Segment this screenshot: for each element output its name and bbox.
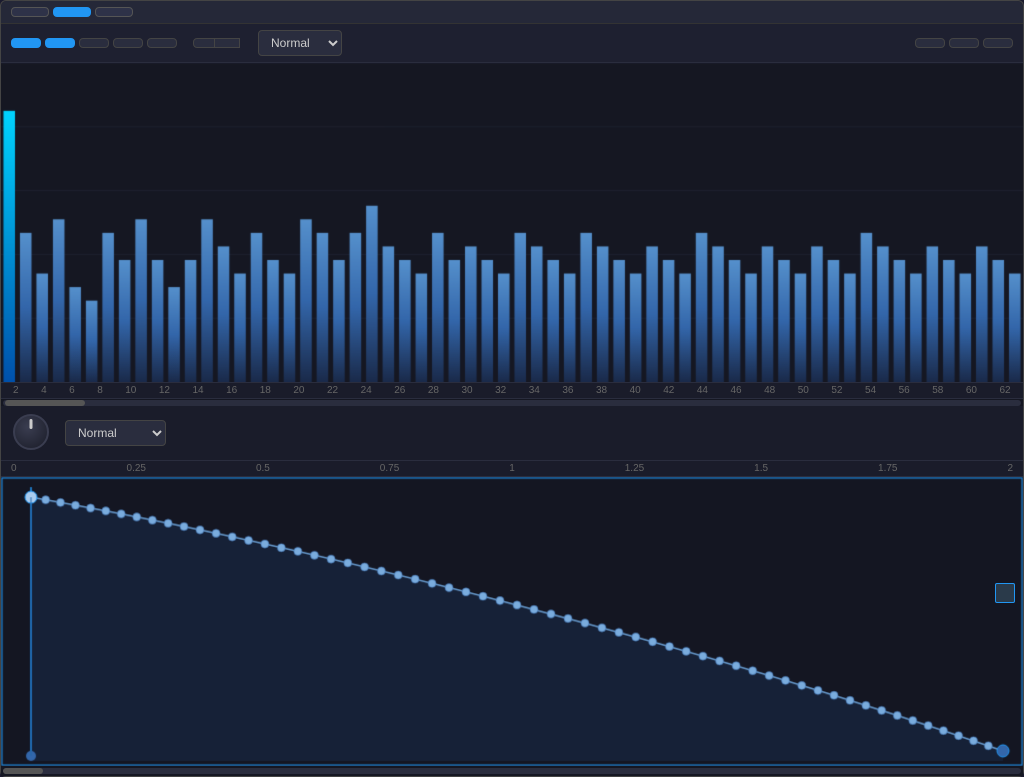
- x-axis-label: 38: [596, 385, 607, 396]
- mode-value: [193, 38, 215, 48]
- right-buttons: [915, 38, 1013, 48]
- scrollbar-track: [3, 400, 1021, 406]
- mode-group: [193, 38, 240, 48]
- ruler-label: 0.25: [127, 463, 146, 474]
- tab-tune[interactable]: [79, 38, 109, 48]
- bottom-scrollbar: [1, 766, 1023, 776]
- x-axis-label: 36: [562, 385, 573, 396]
- tab-vol[interactable]: [45, 38, 75, 48]
- x-axis-label: 20: [293, 385, 304, 396]
- tab-main[interactable]: [11, 7, 49, 17]
- app-window: Normal Linear Sine Random 24681012141618…: [0, 0, 1024, 777]
- bottom-scrollbar-thumb[interactable]: [3, 768, 43, 774]
- x-axis-label: 14: [193, 385, 204, 396]
- ruler-label: 1.25: [625, 463, 644, 474]
- tab-pan[interactable]: [113, 38, 143, 48]
- x-axis-label: 62: [1000, 385, 1011, 396]
- detail-knob[interactable]: [13, 414, 49, 450]
- x-axis-label: 42: [663, 385, 674, 396]
- close-button[interactable]: [1001, 10, 1013, 14]
- x-axis-label: 52: [831, 385, 842, 396]
- title-bar: [1, 1, 1023, 24]
- toolbar: Normal Linear Sine Random: [1, 24, 1023, 63]
- nav-prev[interactable]: [215, 39, 227, 47]
- x-axis: 2468101214161820222426283032343638404244…: [1, 383, 1023, 399]
- x-axis-label: 34: [529, 385, 540, 396]
- detail-row: Normal Linear Logarithmic: [1, 406, 1023, 461]
- detail-knob-container: [13, 414, 49, 452]
- detail-mode-group: Normal Linear Logarithmic: [65, 420, 166, 446]
- image-button[interactable]: [949, 38, 979, 48]
- x-axis-label: 12: [159, 385, 170, 396]
- x-axis-label: 26: [394, 385, 405, 396]
- ruler-label: 0.75: [380, 463, 399, 474]
- ruler-label: 1: [509, 463, 515, 474]
- ruler-label: 1.75: [878, 463, 897, 474]
- tab-phase[interactable]: [147, 38, 177, 48]
- nav-arrows: [215, 38, 240, 48]
- x-axis-label: 28: [428, 385, 439, 396]
- x-axis-numbers: 2468101214161820222426283032343638404244…: [11, 385, 1013, 396]
- x-axis-label: 30: [462, 385, 473, 396]
- ruler-inner: 0 0.25 0.5 0.75 1 1.25 1.5 1.75 2: [11, 463, 1013, 474]
- clear-button[interactable]: [983, 38, 1013, 48]
- envelope-canvas[interactable]: [1, 477, 1023, 766]
- spectrum-area: [1, 63, 1023, 383]
- x-axis-label: 56: [899, 385, 910, 396]
- ruler-label: 0.5: [256, 463, 270, 474]
- x-axis-label: 48: [764, 385, 775, 396]
- ruler: 0 0.25 0.5 0.75 1 1.25 1.5 1.75 2: [1, 461, 1023, 477]
- detail-mode-select[interactable]: Normal Linear Logarithmic: [65, 420, 166, 446]
- shape-select[interactable]: Normal Linear Sine Random: [258, 30, 342, 56]
- nav-next[interactable]: [227, 39, 239, 47]
- x-axis-label: 24: [361, 385, 372, 396]
- shape-group: Normal Linear Sine Random: [252, 30, 342, 56]
- envelope-area[interactable]: [1, 477, 1023, 766]
- x-axis-label: 6: [69, 385, 75, 396]
- x-axis-label: 8: [97, 385, 103, 396]
- ruler-label: 2: [1007, 463, 1013, 474]
- x-axis-label: 46: [731, 385, 742, 396]
- x-axis-label: 60: [966, 385, 977, 396]
- x-axis-label: 40: [630, 385, 641, 396]
- spectrum-scrollbar: [1, 399, 1023, 406]
- x-axis-label: 18: [260, 385, 271, 396]
- tab-additive[interactable]: [53, 7, 91, 17]
- x-axis-label: 16: [226, 385, 237, 396]
- tab-spectral[interactable]: [95, 7, 133, 17]
- x-axis-label: 50: [798, 385, 809, 396]
- x-axis-label: 2: [13, 385, 19, 396]
- x-axis-label: 10: [125, 385, 136, 396]
- scrollbar-thumb[interactable]: [5, 400, 85, 406]
- spectrum-canvas[interactable]: [1, 63, 1023, 382]
- breakpoint-button[interactable]: [915, 38, 945, 48]
- bottom-area: Normal Linear Logarithmic 0 0.25 0.5 0.75 1 1…: [1, 406, 1023, 776]
- envelope-e-button[interactable]: [995, 583, 1015, 603]
- ruler-label: 0: [11, 463, 17, 474]
- ruler-label: 1.5: [754, 463, 768, 474]
- tab-overall[interactable]: [11, 38, 41, 48]
- bottom-scrollbar-track: [3, 768, 1021, 774]
- x-axis-label: 58: [932, 385, 943, 396]
- x-axis-label: 54: [865, 385, 876, 396]
- x-axis-label: 4: [41, 385, 47, 396]
- x-axis-label: 32: [495, 385, 506, 396]
- x-axis-label: 22: [327, 385, 338, 396]
- x-axis-label: 44: [697, 385, 708, 396]
